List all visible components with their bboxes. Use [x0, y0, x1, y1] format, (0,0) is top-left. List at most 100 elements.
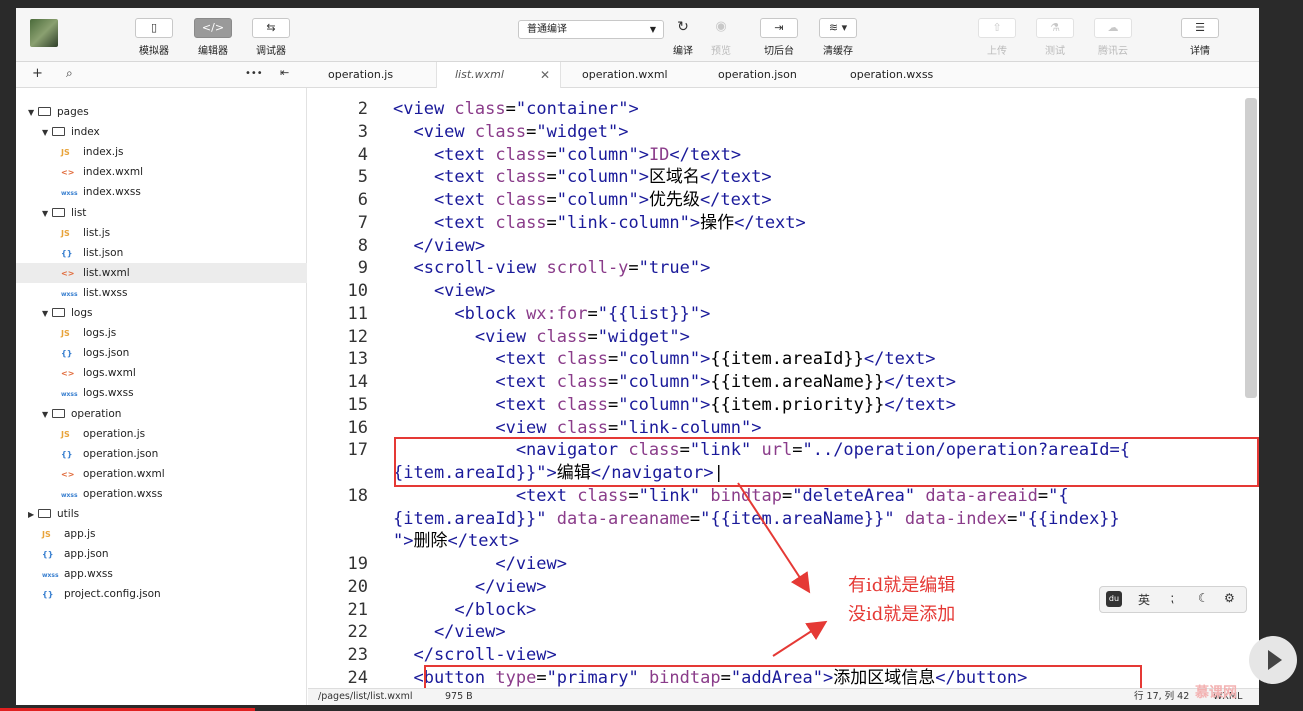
tab-operation-wxss[interactable]: operation.wxss [850, 62, 970, 88]
js-file-icon: JS [61, 329, 70, 339]
main-toolbar: ▯ 模拟器 </> 编辑器 ⇆ 调试器 普通编译 ▼ ↻ 编译 ◉ 预览 ⇥ 切… [16, 8, 1259, 62]
details-button[interactable]: ☰ 详情 [1170, 18, 1230, 57]
upload-button[interactable]: ⇧ 上传 [967, 18, 1027, 57]
collapse-icon[interactable]: ⇤ [280, 66, 289, 79]
wxss-file-icon: wxss [42, 572, 59, 580]
wxss-file-icon: wxss [61, 290, 78, 298]
debugger-button[interactable]: ⇆ 调试器 [241, 18, 301, 57]
folder-row[interactable]: ▼ operation [16, 404, 307, 424]
compile-mode-select[interactable]: 普通编译 ▼ [518, 20, 664, 39]
file-row[interactable]: JS app.js [16, 524, 307, 544]
video-play-button[interactable] [1249, 636, 1297, 684]
json-file-icon: {} [61, 449, 73, 459]
status-size: 975 B [445, 691, 473, 702]
file-row[interactable]: <> list.wxml [16, 262, 307, 283]
folder-row[interactable]: ▼ index [16, 122, 307, 142]
file-row[interactable]: {} app.json [16, 544, 307, 564]
file-row[interactable]: {} logs.json [16, 343, 307, 363]
ime-lang[interactable]: 英 [1138, 591, 1150, 608]
moon-icon[interactable]: ☾ [1198, 591, 1209, 605]
status-cursor[interactable]: 行 17, 列 42 [1134, 689, 1189, 705]
tree-label: logs.wxml [83, 367, 136, 380]
file-row[interactable]: JS index.js [16, 142, 307, 162]
tree-label: app.wxss [64, 568, 113, 581]
folder-row[interactable]: ▶ utils [16, 504, 307, 524]
tree-label: operation.wxml [83, 467, 165, 480]
file-row[interactable]: {} project.config.json [16, 584, 307, 604]
punctuation-icon[interactable]: ⁏ [1170, 591, 1174, 605]
wxml-file-icon: <> [61, 469, 75, 479]
tree-label: operation.js [83, 427, 146, 440]
tree-label: operation [71, 407, 122, 420]
json-file-icon: {} [61, 248, 73, 258]
chevron-down-icon[interactable]: ▼ [42, 123, 52, 143]
arrow-to-add-note [772, 620, 828, 657]
file-row[interactable]: <> operation.wxml [16, 464, 307, 484]
ime-toolbar: du 英 ⁏ ☾ ⚙ [1099, 586, 1247, 613]
file-row[interactable]: wxss index.wxss [16, 182, 307, 202]
phone-icon: ▯ [135, 18, 173, 38]
json-file-icon: {} [42, 550, 54, 560]
file-row[interactable]: {} operation.json [16, 444, 307, 464]
clear-cache-button[interactable]: ≋ ▾ 清缓存 [808, 18, 868, 57]
more-icon[interactable]: ••• [245, 68, 263, 79]
tree-label: operation.json [83, 447, 159, 460]
file-row[interactable]: wxss operation.wxss [16, 484, 307, 504]
tencent-cloud-button[interactable]: ☁ 腾讯云 [1083, 18, 1143, 57]
wxss-file-icon: wxss [61, 391, 78, 399]
folder-icon [52, 408, 65, 418]
json-file-icon: {} [42, 590, 54, 600]
js-file-icon: JS [61, 148, 70, 158]
test-button[interactable]: ⚗ 测试 [1025, 18, 1085, 57]
tree-label: index [71, 126, 100, 139]
file-row[interactable]: wxss logs.wxss [16, 383, 307, 403]
editor-scrollbar[interactable] [1245, 98, 1257, 398]
background-button[interactable]: ⇥ 切后台 [749, 18, 809, 57]
status-bar: /pages/list/list.wxml 975 B 行 17, 列 42 W… [308, 688, 1259, 705]
folder-row[interactable]: ▼ pages [16, 102, 307, 122]
folder-row[interactable]: ▼ logs [16, 303, 307, 323]
file-row[interactable]: JS operation.js [16, 424, 307, 444]
tree-label: list.wxml [83, 266, 130, 279]
editor-button[interactable]: </> 编辑器 [183, 18, 243, 57]
tab-operation-js[interactable]: operation.js [328, 62, 448, 88]
chevron-down-icon[interactable]: ▼ [42, 405, 52, 425]
tree-label: logs.json [83, 347, 130, 360]
file-row[interactable]: JS list.js [16, 223, 307, 243]
file-row[interactable]: JS logs.js [16, 323, 307, 343]
file-row[interactable]: <> index.wxml [16, 162, 307, 182]
chevron-right-icon[interactable]: ▶ [28, 505, 38, 525]
gear-icon[interactable]: ⚙ [1224, 591, 1235, 605]
annotation-note-edit: 有id就是编辑 [848, 575, 956, 596]
close-icon[interactable]: ✕ [540, 62, 550, 88]
simulator-button[interactable]: ▯ 模拟器 [124, 18, 184, 57]
tree-label: operation.wxss [83, 487, 163, 500]
folder-icon [52, 127, 65, 137]
flask-icon: ⚗ [1036, 18, 1074, 38]
avatar[interactable] [30, 19, 58, 47]
file-row[interactable]: <> logs.wxml [16, 363, 307, 383]
chevron-down-icon[interactable]: ▼ [42, 204, 52, 224]
file-row[interactable]: {} list.json [16, 243, 307, 263]
sliders-icon: ⇆ [252, 18, 290, 38]
wxml-file-icon: <> [61, 168, 75, 178]
tab-list-wxml[interactable]: list.wxml ✕ [436, 62, 561, 88]
preview-button[interactable]: ◉ 预览 [691, 18, 751, 57]
ime-logo-icon[interactable]: du [1106, 591, 1122, 607]
tree-label: logs.wxss [83, 387, 134, 400]
plus-icon[interactable]: + [32, 66, 43, 81]
chevron-down-icon[interactable]: ▼ [42, 304, 52, 324]
upload-icon: ⇧ [978, 18, 1016, 38]
file-row[interactable]: wxss list.wxss [16, 283, 307, 303]
tab-operation-wxml[interactable]: operation.wxml [582, 62, 702, 88]
folder-row[interactable]: ▼ list [16, 203, 307, 223]
file-row[interactable]: wxss app.wxss [16, 564, 307, 584]
search-icon[interactable]: ⌕ [66, 66, 73, 81]
tree-label: index.wxml [83, 166, 144, 179]
js-file-icon: JS [61, 228, 70, 238]
wxss-file-icon: wxss [61, 190, 78, 198]
menu-icon: ☰ [1181, 18, 1219, 38]
js-file-icon: JS [61, 429, 70, 439]
chevron-down-icon[interactable]: ▼ [28, 103, 38, 123]
tab-operation-json[interactable]: operation.json [718, 62, 838, 88]
